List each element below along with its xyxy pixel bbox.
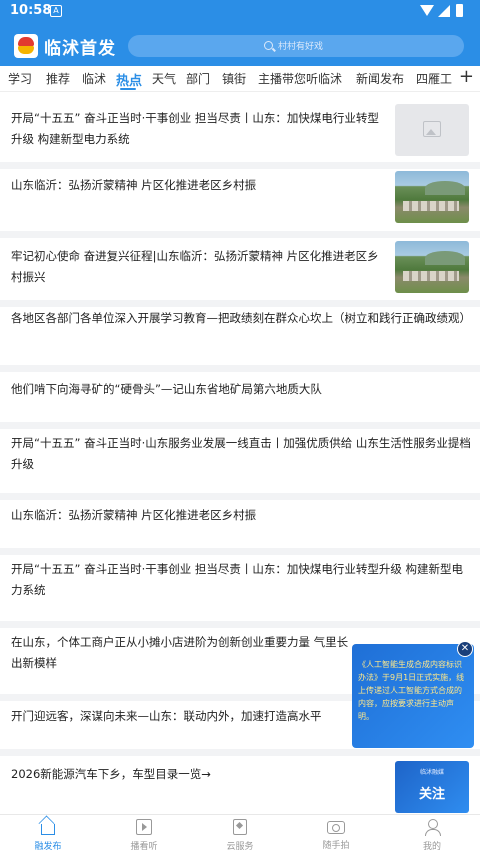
bottom-navigation: 融发布 播看听 云服务 随手拍 我的: [0, 814, 480, 854]
wifi-icon: [420, 5, 434, 16]
notification-icon: A: [50, 5, 62, 17]
divider: [0, 422, 480, 429]
search-placeholder: 村村有好戏: [278, 42, 324, 52]
status-bar: 10:58 A: [0, 0, 480, 24]
list-item[interactable]: 山东临沂：弘扬沂蒙精神 片区化推进老区乡村振: [0, 169, 480, 231]
channel-tabs: 学习 推荐 临沭 热点 天气 部门 镇街 主播带您听临沭 新闻发布 四雁工 +: [0, 66, 480, 92]
battery-icon: [456, 4, 463, 17]
list-item[interactable]: 各地区各部门各单位深入开展学习教育—把政绩刻在群众心坎上（树立和践行正确政绩观）: [0, 307, 480, 365]
nav-label: 融发布: [34, 842, 62, 852]
nav-label: 我的: [422, 842, 441, 852]
news-title: 各地区各部门各单位深入开展学习教育—把政绩刻在群众心坎上（树立和践行正确政绩观）: [11, 311, 471, 325]
active-tab-indicator: [120, 88, 136, 90]
divider: [0, 365, 480, 372]
signal-icon: [438, 5, 450, 17]
close-icon[interactable]: ✕: [457, 641, 473, 657]
floating-notice-banner[interactable]: 《人工智能生成合成内容标识办法》于9月1日正式实施，线上传递过人工智能方式合成的…: [352, 644, 474, 748]
tab-towns[interactable]: 镇街: [222, 70, 246, 87]
thumbnail-headline: 关注: [418, 787, 445, 802]
tab-press[interactable]: 新闻发布: [356, 70, 404, 87]
video-icon: [136, 819, 152, 835]
list-item[interactable]: 开局“十五五” 奋斗正当时·山东服务业发展一线直击丨加强优质供给 山东生活性服务…: [0, 429, 480, 493]
nav-item-services[interactable]: 云服务: [210, 819, 270, 852]
news-title: 2026新能源汽车下乡，车型目录一览→: [11, 767, 211, 781]
nav-item-release[interactable]: 融发布: [18, 819, 78, 852]
user-icon: [424, 819, 441, 836]
divider: [0, 749, 480, 756]
nav-item-profile[interactable]: 我的: [402, 819, 462, 852]
tab-siyan[interactable]: 四雁工: [416, 70, 458, 87]
camera-icon: [327, 821, 345, 834]
search-bar[interactable]: 村村有好戏: [128, 35, 464, 57]
news-title: 开局“十五五” 奋斗正当时·山东服务业发展一线直击丨加强优质供给 山东生活性服务…: [11, 436, 471, 471]
status-time: 10:58: [10, 3, 52, 18]
search-icon: [264, 41, 273, 50]
tab-weather[interactable]: 天气: [152, 70, 176, 87]
home-icon: [41, 824, 55, 835]
news-title: 山东临沂：弘扬沂蒙精神 片区化推进老区乡村振: [11, 508, 257, 522]
divider: [0, 493, 480, 500]
list-item[interactable]: 2026新能源汽车下乡，车型目录一览→ 临沭融媒 关注: [0, 756, 480, 814]
nav-item-snapshot[interactable]: 随手拍: [306, 819, 366, 851]
news-thumbnail: [395, 171, 469, 223]
nav-item-watch[interactable]: 播看听: [114, 819, 174, 852]
list-item[interactable]: 牢记初心使命 奋进复兴征程|山东临沂：弘扬沂蒙精神 片区化推进老区乡村振兴: [0, 238, 480, 300]
thumbnail-caption: 临沭融媒: [419, 769, 444, 776]
tab-anchor[interactable]: 主播带您听临沭: [258, 70, 342, 87]
nav-label: 随手拍: [322, 841, 350, 851]
list-item[interactable]: 他们啃下向海寻矿的“硬骨头”—记山东省地矿局第六地质大队: [0, 372, 480, 422]
news-title: 牢记初心使命 奋进复兴征程|山东临沂：弘扬沂蒙精神 片区化推进老区乡村振兴: [11, 249, 379, 284]
nav-label: 云服务: [226, 842, 254, 852]
list-item[interactable]: 开局“十五五” 奋斗正当时·干事创业 担当尽责丨山东：加快煤电行业转型升级 构建…: [0, 555, 480, 621]
news-title: 开局“十五五” 奋斗正当时·干事创业 担当尽责丨山东：加快煤电行业转型升级 构建…: [11, 111, 379, 146]
news-thumbnail: [395, 104, 469, 156]
news-title: 他们啃下向海寻矿的“硬骨头”—记山东省地矿局第六地质大队: [11, 382, 322, 396]
news-title: 在山东，个体工商户正从小摊小店进阶为创新创业重要力量 气里长出新模样: [11, 635, 349, 670]
image-placeholder-icon: [423, 121, 441, 137]
app-title: 临沭首发: [44, 39, 116, 59]
tab-linshu[interactable]: 临沭: [82, 70, 106, 87]
list-item[interactable]: 开局“十五五” 奋斗正当时·干事创业 担当尽责丨山东：加快煤电行业转型升级 构建…: [0, 96, 480, 162]
news-thumbnail: [395, 241, 469, 293]
tab-study[interactable]: 学习: [8, 70, 32, 87]
tab-recommend[interactable]: 推荐: [46, 70, 70, 87]
tab-hot[interactable]: 热点: [116, 70, 142, 89]
divider: [0, 231, 480, 238]
divider: [0, 162, 480, 169]
news-title: 开门迎远客，深谋向未来—山东：联动内外，加速打造高水平: [11, 709, 322, 723]
divider: [0, 621, 480, 628]
bookmark-icon: [233, 819, 247, 835]
news-title: 开局“十五五” 奋斗正当时·干事创业 担当尽责丨山东：加快煤电行业转型升级 构建…: [11, 562, 464, 597]
list-item[interactable]: 山东临沂：弘扬沂蒙精神 片区化推进老区乡村振: [0, 500, 480, 548]
status-icons: [420, 4, 470, 20]
news-title: 山东临沂：弘扬沂蒙精神 片区化推进老区乡村振: [11, 178, 257, 192]
add-channel-icon[interactable]: +: [459, 66, 474, 87]
nav-label: 播看听: [130, 842, 158, 852]
divider: [0, 300, 480, 307]
app-logo-icon: [14, 34, 38, 58]
notice-text: 《人工智能生成合成内容标识办法》于9月1日正式实施，线上传递过人工智能方式合成的…: [358, 660, 465, 721]
divider: [0, 548, 480, 555]
news-thumbnail: 临沭融媒 关注: [395, 761, 469, 813]
tab-departments[interactable]: 部门: [186, 70, 210, 87]
